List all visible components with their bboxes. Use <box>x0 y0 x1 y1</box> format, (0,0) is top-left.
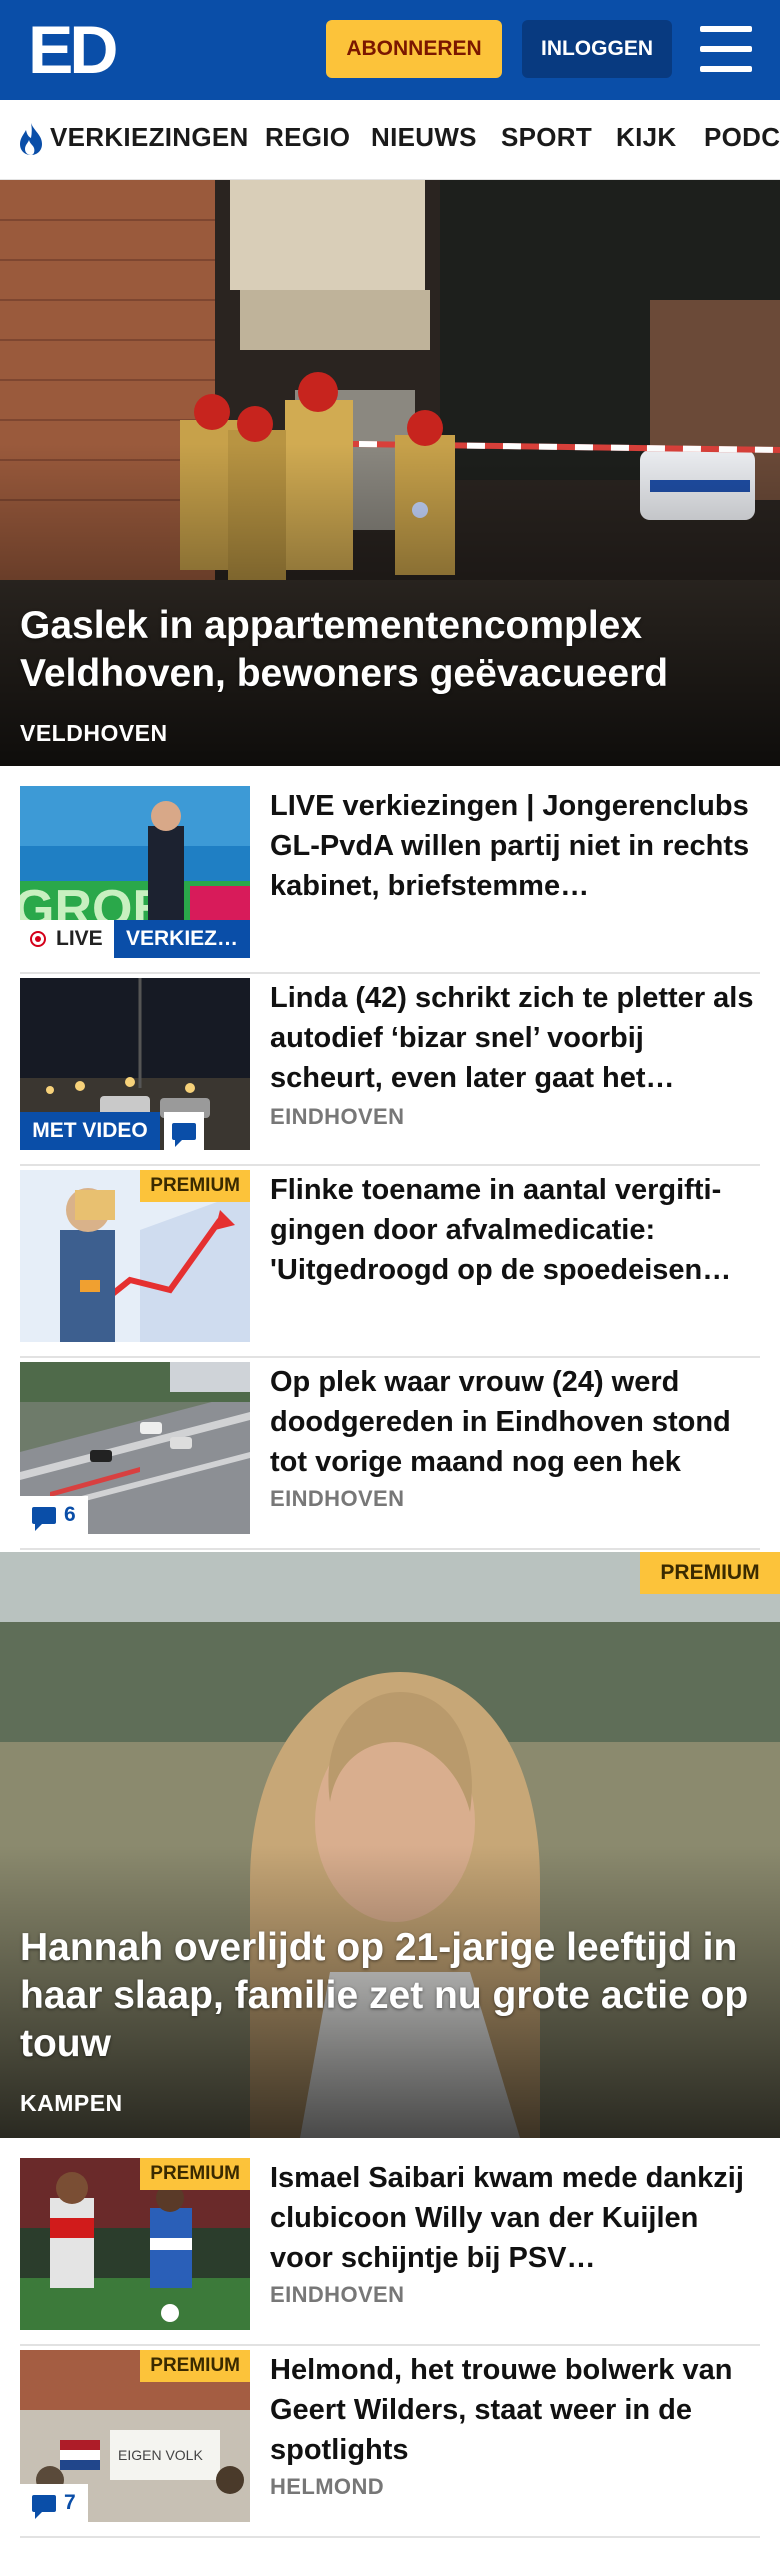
article-thumbnail: EIGEN VOLK PREMIUM 7 <box>20 2350 250 2522</box>
article-thumbnail: MET VIDEO <box>20 978 250 1150</box>
list-item-live-elections[interactable]: GROE LIVE VERKIEZ… LIVE verkiezingen | J… <box>20 784 760 974</box>
live-dot-icon <box>30 931 46 947</box>
nav-item-verkiezingen[interactable]: VERKIEZINGEN <box>50 122 249 153</box>
premium-badge: PREMIUM <box>640 1552 780 1594</box>
hamburger-menu-icon[interactable] <box>700 26 752 72</box>
feature-location-tag: KAMPEN <box>20 2090 123 2116</box>
comment-bubble-icon <box>32 1507 56 1531</box>
article-thumbnail: GROE LIVE VERKIEZ… <box>20 786 250 958</box>
svg-text:EIGEN VOLK: EIGEN VOLK <box>118 2447 203 2463</box>
article-thumbnail: 6 <box>20 1362 250 1534</box>
comment-bubble-icon <box>172 1123 196 1147</box>
feature-title[interactable]: Hannah overlijdt op 21-jarige leeftijd i… <box>20 1924 760 2068</box>
nav-item-sport[interactable]: SPORT <box>501 122 592 153</box>
premium-badge: PREMIUM <box>140 1170 250 1202</box>
hero-article[interactable]: Gaslek in appartementencomplex Veldhoven… <box>0 180 780 766</box>
live-badge: LIVE <box>20 920 114 958</box>
category-badge: VERKIEZ… <box>114 920 250 958</box>
article-title[interactable]: Flinke toename in aantal vergifti­gingen… <box>270 1170 760 1290</box>
article-title[interactable]: Helmond, het trouwe bolwerk van Geert Wi… <box>270 2350 760 2470</box>
list-item-saibari[interactable]: PREMIUM Ismael Saibari kwam mede dankzij… <box>20 2156 760 2346</box>
article-location-tag: HELMOND <box>270 2474 385 2499</box>
list-item-eindhoven-accident[interactable]: 6 Op plek waar vrouw (24) werd doodgered… <box>20 1360 760 1550</box>
article-title[interactable]: Ismael Saibari kwam mede dankzij clubico… <box>270 2158 760 2278</box>
comment-badge <box>164 1112 204 1150</box>
hero-location-tag: VELDHOVEN <box>20 720 168 746</box>
article-location-tag: EINDHOVEN <box>270 1104 405 1129</box>
flame-icon <box>20 123 42 155</box>
hero-title[interactable]: Gaslek in appartementencomplex Veldhoven… <box>20 602 760 698</box>
article-location-tag: EINDHOVEN <box>270 2282 405 2307</box>
article-title[interactable]: LIVE verkiezingen | Jongeren­clubs GL-Pv… <box>270 786 760 906</box>
top-bar: ED ABONNEREN INLOGGEN <box>0 0 780 100</box>
premium-badge: PREMIUM <box>140 2350 250 2382</box>
comment-bubble-icon <box>32 2495 56 2519</box>
premium-badge: PREMIUM <box>140 2158 250 2190</box>
nav-item-regio[interactable]: REGIO <box>265 122 350 153</box>
article-title[interactable]: Linda (42) schrikt zich te pletter als a… <box>270 978 760 1098</box>
nav-item-kijk[interactable]: KIJK <box>616 122 676 153</box>
nav-item-podcast[interactable]: PODC <box>704 122 780 153</box>
section-nav: VERKIEZINGEN REGIO NIEUWS SPORT KIJK POD… <box>0 100 780 180</box>
article-thumbnail: PREMIUM <box>20 2158 250 2330</box>
feature-article[interactable]: PREMIUM Hannah overlijdt op 21-jarige le… <box>0 1552 780 2138</box>
nav-item-nieuws[interactable]: NIEUWS <box>371 122 477 153</box>
login-button[interactable]: INLOGGEN <box>522 20 672 78</box>
list-item-medication[interactable]: PREMIUM Flinke toename in aantal vergift… <box>20 1168 760 1358</box>
ed-logo[interactable]: ED <box>28 16 118 84</box>
article-thumbnail: PREMIUM <box>20 1170 250 1342</box>
comment-count-badge: 7 <box>20 2484 88 2522</box>
subscribe-button[interactable]: ABONNEREN <box>326 20 502 78</box>
article-location-tag: EINDHOVEN <box>270 1486 405 1511</box>
comment-count-badge: 6 <box>20 1496 88 1534</box>
list-item-helmond[interactable]: EIGEN VOLK PREMIUM 7 Helmond, het trouwe… <box>20 2348 760 2538</box>
video-badge: MET VIDEO <box>20 1112 160 1150</box>
article-title[interactable]: Op plek waar vrouw (24) werd doodgereden… <box>270 1362 760 1482</box>
list-item-linda[interactable]: MET VIDEO Linda (42) schrikt zich te ple… <box>20 976 760 1166</box>
